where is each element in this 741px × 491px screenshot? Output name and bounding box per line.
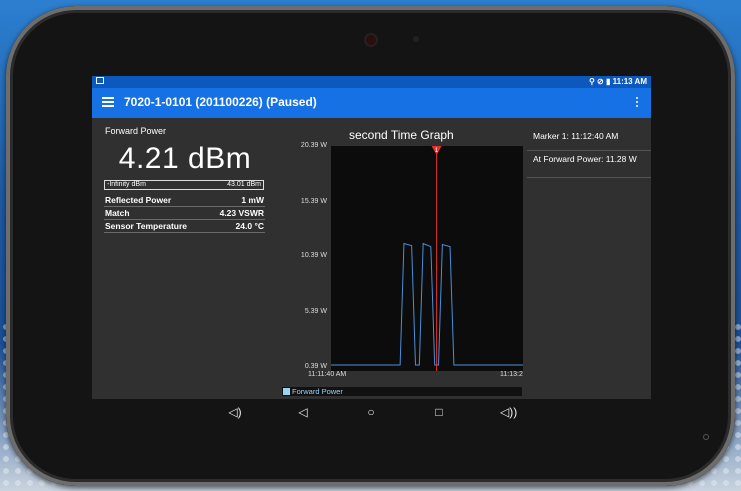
measurement-value: 1 mW	[241, 195, 264, 205]
measurement-label: Match	[105, 208, 130, 218]
y-tick-label: 10.39 W	[300, 252, 327, 259]
marker-panel: Marker 1: 11:12:40 AM At Forward Power: …	[527, 118, 651, 399]
navigation-bar: ◁) ◁ ○ □ ◁))	[0, 399, 741, 429]
measurement-row: Sensor Temperature 24.0 °C	[104, 220, 265, 233]
measurement-value: 4.23 VSWR	[219, 208, 264, 218]
x-tick-label: 11:11:40 AM	[308, 371, 347, 378]
back-icon[interactable]: ◁	[296, 405, 310, 419]
status-bar: ⚲ ⊘ ▮ 11:13 AM	[92, 76, 651, 88]
forward-power-label: Forward Power	[105, 126, 167, 136]
y-tick-label: 5.39 W	[304, 308, 327, 315]
hamburger-menu-icon[interactable]	[102, 97, 114, 107]
volume-up-icon[interactable]: ◁))	[500, 405, 517, 419]
battery-icon: ▮	[605, 77, 611, 86]
range-min: -Infinity dBm	[107, 181, 146, 188]
status-time: ⚲ ⊘ ▮ 11:13 AM	[589, 77, 647, 86]
legend-label: Forward Power	[292, 387, 343, 396]
overflow-menu-icon[interactable]	[635, 97, 639, 109]
screen: ⚲ ⊘ ▮ 11:13 AM 7020-1-0101 (201100226) (…	[92, 76, 651, 399]
series-line	[331, 242, 523, 366]
x-tick-label: 11:13:2	[500, 371, 523, 378]
volume-down-icon[interactable]: ◁)	[228, 405, 242, 419]
chart-legend: Forward Power	[282, 387, 522, 396]
measurement-label: Sensor Temperature	[105, 221, 188, 231]
home-icon[interactable]: ○	[364, 405, 378, 419]
range-bar: -Infinity dBm 43.01 dBm	[104, 180, 264, 190]
app-bar: 7020-1-0101 (201100226) (Paused)	[92, 88, 651, 118]
time-graph[interactable]: 1	[331, 146, 523, 371]
measurement-label: Reflected Power	[105, 195, 172, 205]
marker-value[interactable]: At Forward Power: 11.28 W	[527, 154, 651, 178]
measurement-row: Match 4.23 VSWR	[104, 207, 265, 220]
front-camera	[366, 35, 376, 45]
forward-power-value: 4.21 dBm	[118, 142, 252, 175]
recents-icon[interactable]: □	[432, 405, 446, 419]
measurement-value: 24.0 °C	[235, 221, 264, 231]
marker-time[interactable]: Marker 1: 11:12:40 AM	[527, 131, 651, 151]
y-tick-label: 0.39 W	[304, 363, 327, 370]
y-tick-label: 15.39 W	[300, 198, 327, 205]
range-max: 43.01 dBm	[227, 181, 261, 188]
readings-panel: Forward Power 4.21 dBm -Infinity dBm 43.…	[92, 118, 278, 399]
legend-swatch	[283, 388, 290, 395]
clock: 11:13 AM	[612, 77, 647, 86]
indicator-led	[703, 434, 709, 440]
notification-icon	[96, 77, 104, 84]
measurement-row: Reflected Power 1 mW	[104, 194, 265, 207]
location-icon: ⚲	[588, 77, 595, 86]
app-title: 7020-1-0101 (201100226) (Paused)	[124, 95, 317, 109]
graph-title: second Time Graph	[349, 128, 454, 142]
y-tick-label: 20.39 W	[300, 142, 327, 149]
light-sensor	[413, 36, 419, 42]
signal-off-icon: ⊘	[597, 77, 604, 86]
